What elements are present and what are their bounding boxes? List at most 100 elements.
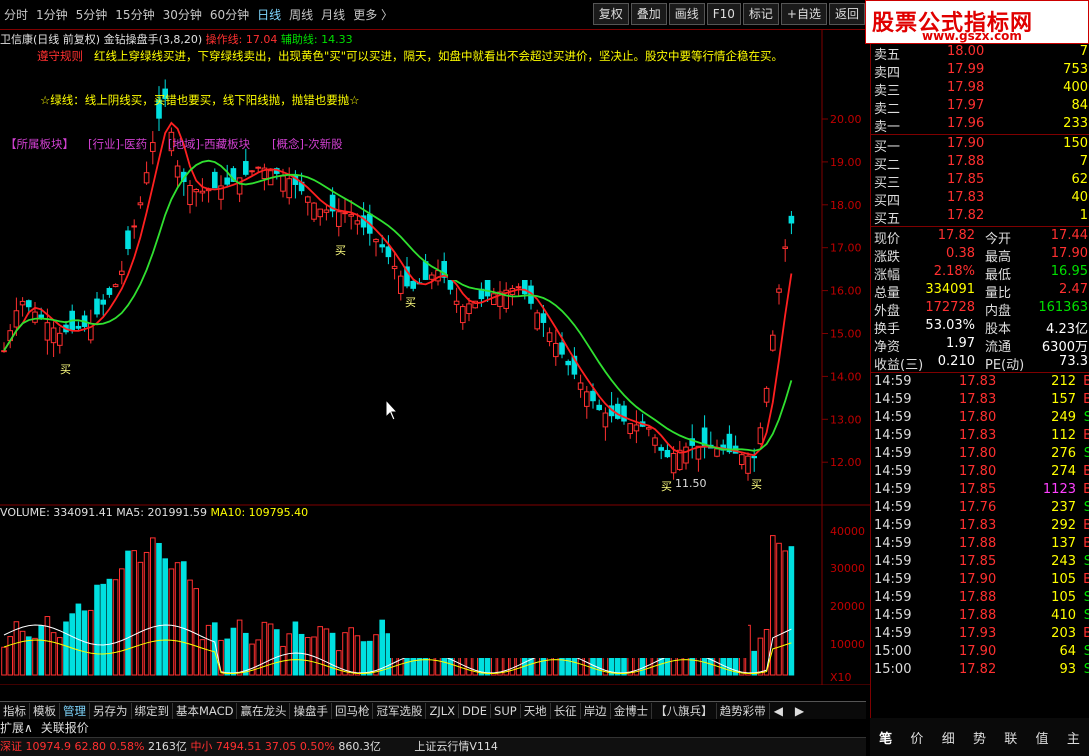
f10-button[interactable]: F10 [706,3,741,25]
rtab-trend[interactable]: 势 [973,728,986,747]
stat-row[interactable]: 外盘 172728 内盘 161363 [871,300,1089,319]
tick-row[interactable]: 14:59 17.80 276 S [871,446,1089,464]
tick-row[interactable]: 14:59 17.83 212 B [871,374,1089,392]
tick-volume: 203 [1051,626,1076,641]
index2-value: 中小 7494.51 [190,740,262,753]
restore-rights-button[interactable]: 复权 [592,3,629,25]
add-watchlist-button[interactable]: +自选 [780,3,827,25]
stat-row[interactable]: 总量 334091 量比 2.47 [871,282,1089,301]
tab-save-as[interactable]: 另存为 [90,702,132,719]
bid-row[interactable]: 买三 17.85 62 [871,172,1089,191]
bid-row[interactable]: 买二 17.88 7 [871,154,1089,173]
stat-row[interactable]: 涨幅 2.18% 最低 16.95 [871,264,1089,283]
tab-anbian[interactable]: 岸边 [581,702,611,719]
back-button[interactable]: 返回 [828,3,865,25]
industry-tag[interactable]: [行业]-医药 [88,136,147,152]
period-more[interactable]: 更多 〉 [349,6,397,23]
tab-indicator[interactable]: 指标 [0,702,30,719]
tick-row[interactable]: 14:59 17.76 237 S [871,500,1089,518]
tab-macd[interactable]: 基本MACD [173,702,238,719]
candle-body [590,390,596,402]
candle-body [119,270,125,276]
tick-row[interactable]: 14:59 17.80 249 S [871,410,1089,428]
mark-button[interactable]: 标记 [742,3,779,25]
overlay-button[interactable]: 叠加 [630,3,667,25]
tick-time: 14:59 [874,392,912,407]
tab-template[interactable]: 模板 [30,702,60,719]
tick-row[interactable]: 15:00 17.90 64 S [871,644,1089,662]
period-5min[interactable]: 5分钟 [72,6,112,23]
bid-row[interactable]: 买五 17.82 1 [871,208,1089,227]
tab-zjlx[interactable]: ZJLX [426,703,460,718]
stat-row[interactable]: 净资 1.97 流通 6300万 [871,336,1089,355]
tick-row[interactable]: 14:59 17.90 105 B [871,572,1089,590]
tab-scroll-left-icon[interactable]: ◀ [774,704,783,718]
extend-toggle[interactable]: 扩展∧ [0,719,33,736]
period-60min[interactable]: 60分钟 [206,6,253,23]
draw-line-button[interactable]: 画线 [668,3,705,25]
rtab-linked[interactable]: 联 [1004,728,1017,747]
period-weekly[interactable]: 周线 [285,6,317,23]
tab-bind-to[interactable]: 绑定到 [132,702,173,719]
ask-row[interactable]: 卖五 18.00 7 [871,44,1089,63]
rtab-value[interactable]: 值 [1036,728,1049,747]
sector-tag[interactable]: 【所属板块】 [5,136,74,152]
tab-guanjun[interactable]: 冠军选股 [373,702,427,719]
tab-jinboshi[interactable]: 金博士 [611,702,653,719]
tick-row[interactable]: 14:59 17.83 157 B [871,392,1089,410]
ask-row[interactable]: 卖三 17.98 400 [871,80,1089,99]
rtab-price[interactable]: 价 [910,728,923,747]
candle-body [224,177,230,185]
period-15min[interactable]: 15分钟 [111,6,158,23]
tab-manage[interactable]: 管理 [60,702,90,719]
tick-row[interactable]: 14:59 17.83 292 B [871,518,1089,536]
stat-row[interactable]: 换手 53.03% 股本 4.23亿 [871,318,1089,337]
tab-sup[interactable]: SUP [491,703,521,718]
tab-huimaqiang[interactable]: 回马枪 [332,702,374,719]
period-1min[interactable]: 1分钟 [32,6,72,23]
volume-bar [267,623,274,676]
stat-value: 73.3 [1059,354,1088,369]
related-quote-link[interactable]: 关联报价 [41,719,89,736]
tick-row[interactable]: 14:59 17.85 243 S [871,554,1089,572]
region-tag[interactable]: [地域]-西藏板块 [168,136,250,152]
kline-chart-area[interactable]: 20.00 19.00 18.00 17.00 16.00 15.00 14.00 13.00… [0,30,870,685]
bid-row[interactable]: 买一 17.90 150 [871,136,1089,155]
tab-tiandi[interactable]: 天地 [521,702,551,719]
tick-row[interactable]: 14:59 17.83 112 B [871,428,1089,446]
tab-longtou[interactable]: 赢在龙头 [237,702,291,719]
tick-row[interactable]: 14:59 17.85 1123 B [871,482,1089,500]
tab-scroll-right-icon[interactable]: ▶ [795,704,804,718]
bid-row[interactable]: 买四 17.83 40 [871,190,1089,209]
candle-body [615,403,621,419]
y-tick-label: 19.00 [830,156,862,169]
tick-row[interactable]: 14:59 17.88 410 S [871,608,1089,626]
tick-row[interactable]: 14:59 17.93 203 B [871,626,1089,644]
tick-price: 17.85 [959,554,997,569]
tab-caopanshou[interactable]: 操盘手 [290,702,332,719]
tick-row[interactable]: 14:59 17.80 274 B [871,464,1089,482]
ask-row[interactable]: 卖四 17.99 753 [871,62,1089,81]
tab-changzheng[interactable]: 长征 [551,702,581,719]
tick-time: 14:59 [874,536,912,551]
ask-row[interactable]: 卖二 17.97 84 [871,98,1089,117]
period-daily[interactable]: 日线 [253,6,285,23]
tab-qushi[interactable]: 趋势彩带 [717,702,770,719]
period-30min[interactable]: 30分钟 [159,6,206,23]
period-fenshi[interactable]: 分时 [0,6,32,23]
tick-row[interactable]: 14:59 17.88 105 S [871,590,1089,608]
stat-row[interactable]: 涨跌 0.38 最高 17.90 [871,246,1089,265]
tab-baqibing[interactable]: 【八旗兵】 [652,702,717,719]
ask-row[interactable]: 卖一 17.96 233 [871,116,1089,135]
candle-body [385,246,392,258]
tab-dde[interactable]: DDE [459,703,492,718]
stat-row[interactable]: 收益(三) 0.210 PE(动) 73.3 [871,354,1089,373]
tick-row[interactable]: 14:59 17.88 137 B [871,536,1089,554]
concept-tag[interactable]: [概念]-次新股 [272,136,343,152]
rtab-trades[interactable]: 笔 [879,728,892,747]
period-monthly[interactable]: 月线 [317,6,349,23]
rtab-main[interactable]: 主 [1067,728,1080,747]
rtab-detail[interactable]: 细 [942,728,955,747]
tick-row[interactable]: 15:00 17.82 93 S [871,662,1089,680]
stat-row[interactable]: 现价 17.82 今开 17.44 [871,228,1089,247]
